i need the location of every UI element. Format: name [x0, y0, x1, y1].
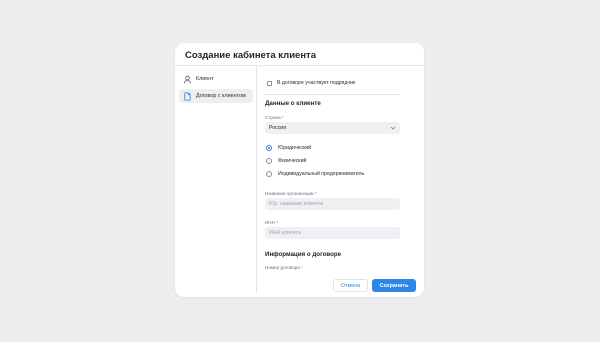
radio-label: Юридический [278, 145, 312, 151]
legal-type-option[interactable]: Индивидуальный предприниматель [266, 171, 364, 177]
contract-number-label: Номер договора * [265, 265, 303, 270]
chevron-down-icon [390, 125, 396, 131]
inn-input[interactable]: ИНН клиента [265, 227, 400, 239]
required-mark: * [301, 265, 303, 270]
sidebar-item-label: Договор с клиентом [196, 93, 246, 99]
org-name-input[interactable]: Юр. название клиента [265, 198, 400, 210]
required-mark: * [314, 191, 317, 196]
user-icon [183, 75, 192, 84]
inn-label-text: ИНН [265, 220, 275, 225]
contract-section-title: Информация о договоре [265, 251, 342, 258]
required-mark: * [281, 115, 284, 120]
cancel-button[interactable]: Отмена [333, 279, 368, 292]
org-name-label-text: Название организации [265, 191, 314, 196]
contractor-checkbox-row[interactable]: В договоре участвует подрядчик [267, 80, 355, 86]
org-name-placeholder: Юр. название клиента [269, 201, 323, 207]
required-mark: * [276, 220, 279, 225]
radio-sole-proprietor[interactable] [266, 171, 272, 177]
divider [265, 94, 400, 95]
dialog-sidebar: Клиент Договор с клиентом [175, 65, 257, 293]
create-client-cabinet-dialog: Создание кабинета клиента Клиент Договор… [175, 43, 424, 297]
org-name-label: Название организации * [265, 191, 317, 196]
sidebar-item-label: Клиент [196, 76, 214, 82]
sidebar-item-client[interactable]: Клиент [179, 72, 253, 86]
country-select-value: Россия [269, 125, 287, 131]
inn-placeholder: ИНН клиента [269, 230, 301, 236]
country-select[interactable]: Россия [265, 122, 400, 134]
save-button[interactable]: Сохранить [372, 279, 416, 292]
legal-type-option[interactable]: Юридический [266, 145, 311, 151]
radio-individual[interactable] [266, 158, 272, 164]
radio-label: Индивидуальный предприниматель [278, 171, 365, 177]
radio-legal-entity[interactable] [266, 145, 272, 151]
contract-number-label-text: Номер договора [265, 265, 300, 270]
contractor-checkbox[interactable] [267, 80, 272, 86]
document-icon [183, 91, 192, 101]
country-label-text: Страна [265, 115, 281, 120]
dialog-content: В договоре участвует подрядчик Данные о … [257, 65, 424, 293]
contractor-checkbox-label: В договоре участвует подрядчик [277, 80, 356, 86]
country-label: Страна * [265, 115, 284, 120]
radio-label: Физический [278, 158, 307, 164]
sidebar-item-client-contract[interactable]: Договор с клиентом [179, 89, 253, 103]
client-section-title: Данные о клиенте [265, 100, 321, 107]
inn-label: ИНН * [265, 220, 278, 225]
dialog-title: Создание кабинета клиента [185, 50, 316, 61]
legal-type-option[interactable]: Физический [266, 158, 306, 164]
